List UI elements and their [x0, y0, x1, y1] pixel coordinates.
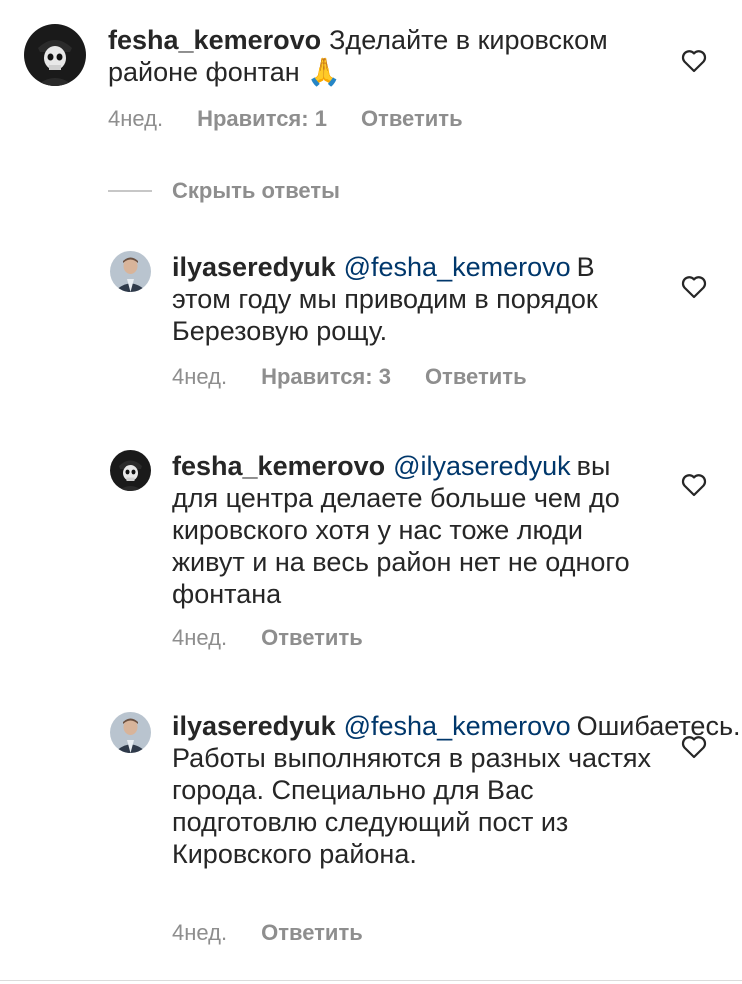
- skull-avatar-icon: [24, 24, 86, 86]
- comment-body: fesha_kemerovo Зделайте в кировском район…: [108, 24, 668, 88]
- comment-likes-count[interactable]: Нравится: 1: [197, 106, 327, 132]
- comment-body: fesha_kemerovo @ilyaseredyuk вы для центра…: [172, 450, 642, 610]
- mention-link[interactable]: @ilyaseredyuk: [393, 451, 570, 481]
- comment-time[interactable]: 4нед.: [172, 920, 227, 946]
- comment-username[interactable]: ilyaseredyuk: [172, 252, 336, 282]
- comment-meta: 4нед. Нравится: 1 Ответить: [108, 106, 463, 132]
- hide-replies-label: Скрыть ответы: [172, 178, 340, 203]
- mention-link[interactable]: @fesha_kemerovo: [344, 711, 571, 741]
- divider: [108, 190, 152, 192]
- comment-username[interactable]: fesha_kemerovo: [172, 451, 385, 481]
- comment-username[interactable]: fesha_kemerovo: [108, 25, 321, 55]
- reply-button[interactable]: Ответить: [261, 625, 363, 651]
- comment-meta: 4нед. Ответить: [172, 625, 363, 651]
- reply-button[interactable]: Ответить: [425, 364, 527, 390]
- avatar[interactable]: [110, 712, 151, 753]
- divider: [0, 980, 742, 981]
- comment-time[interactable]: 4нед.: [108, 106, 163, 132]
- heart-outline-icon[interactable]: [681, 49, 707, 73]
- person-avatar-icon: [110, 712, 151, 753]
- skull-avatar-icon: [110, 450, 151, 491]
- heart-outline-icon[interactable]: [681, 735, 707, 759]
- comment-time[interactable]: 4нед.: [172, 625, 227, 651]
- avatar[interactable]: [24, 24, 86, 86]
- comment-body: ilyaseredyuk @fesha_kemerovo В этом году м…: [172, 251, 652, 347]
- heart-outline-icon[interactable]: [681, 275, 707, 299]
- hide-replies-button[interactable]: Скрыть ответы: [108, 176, 340, 206]
- reply-button[interactable]: Ответить: [361, 106, 463, 132]
- reply-button[interactable]: Ответить: [261, 920, 363, 946]
- avatar[interactable]: [110, 251, 151, 292]
- heart-outline-icon[interactable]: [681, 473, 707, 497]
- comment-username[interactable]: ilyaseredyuk: [172, 711, 336, 741]
- avatar[interactable]: [110, 450, 151, 491]
- comment-time[interactable]: 4нед.: [172, 364, 227, 390]
- comment-meta: 4нед. Ответить: [172, 920, 363, 946]
- comment-meta: 4нед. Нравится: 3 Ответить: [172, 364, 527, 390]
- comment-body: ilyaseredyuk @fesha_kemerovo Ошибаетесь. Р…: [172, 710, 741, 870]
- comment-likes-count[interactable]: Нравится: 3: [261, 364, 391, 390]
- person-avatar-icon: [110, 251, 151, 292]
- mention-link[interactable]: @fesha_kemerovo: [344, 252, 571, 282]
